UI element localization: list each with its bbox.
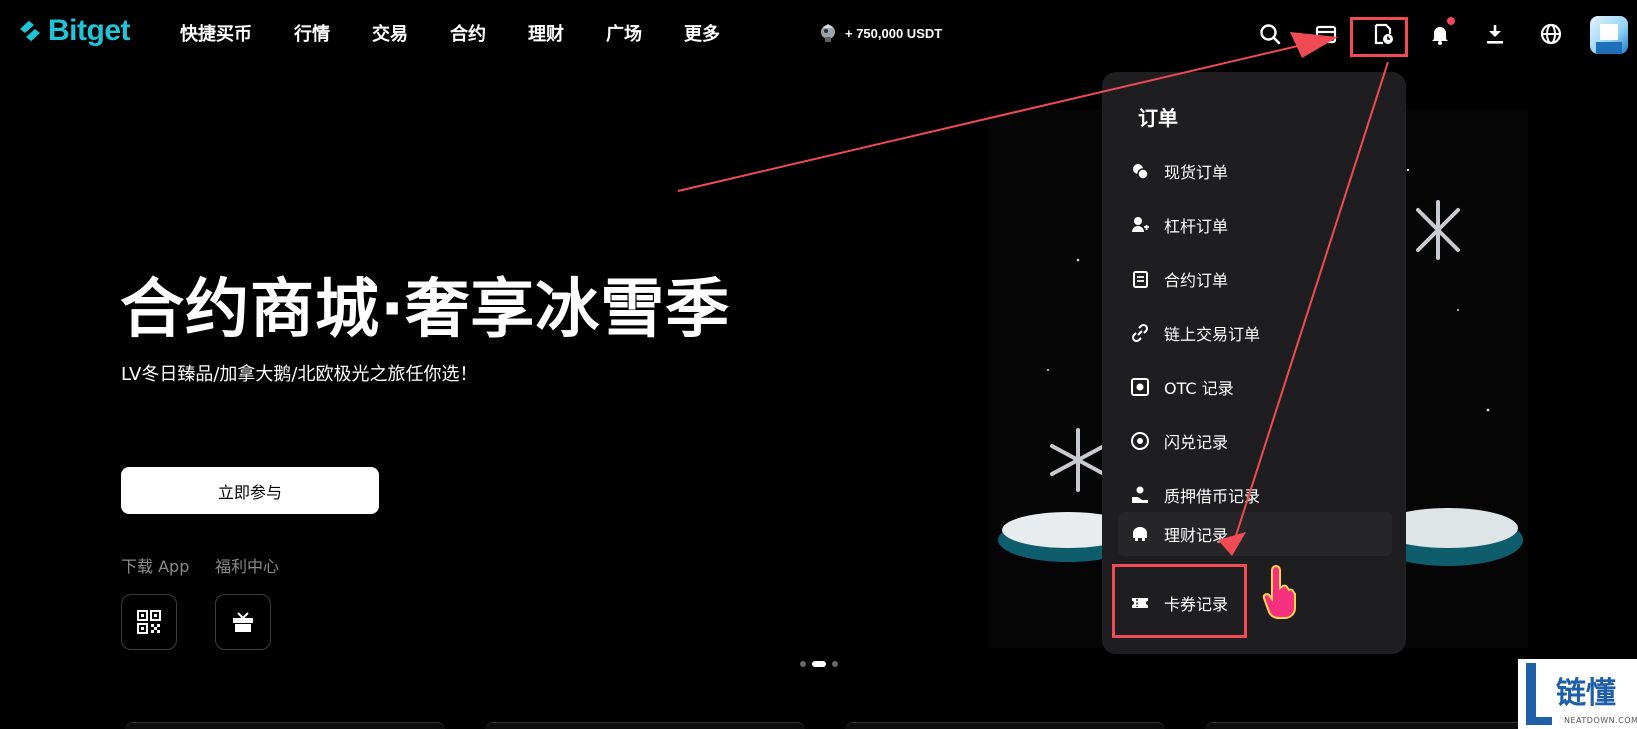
card-edge <box>125 722 445 729</box>
avatar-image <box>1596 24 1622 54</box>
orders-icon-highlight <box>1350 17 1408 57</box>
search-button[interactable] <box>1253 17 1287 51</box>
download-app-link[interactable]: 下载 App <box>121 553 189 577</box>
wallet-icon <box>1315 25 1337 44</box>
menu-item-convert-records[interactable]: 闪兑记录 <box>1130 426 1380 456</box>
user-avatar[interactable] <box>1590 16 1628 54</box>
menu-item-loan-records[interactable]: 质押借币记录 <box>1130 480 1380 510</box>
coupon-item-highlight <box>1112 564 1247 638</box>
promo-text: + 750,000 USDT <box>845 25 943 41</box>
join-now-button[interactable]: 立即参与 <box>121 467 379 514</box>
carousel-dot-active[interactable] <box>812 661 826 667</box>
menu-item-label: 链上交易订单 <box>1164 325 1261 344</box>
menu-item-onchain-orders[interactable]: 链上交易订单 <box>1130 318 1380 348</box>
download-icon <box>1487 25 1503 44</box>
earn-record-icon <box>1133 527 1147 541</box>
promo-banner[interactable]: + 750,000 USDT <box>817 22 942 44</box>
menu-item-spot-orders[interactable]: 现货订单 <box>1130 156 1380 186</box>
menu-item-earn-records[interactable]: 理财记录 <box>1118 512 1392 556</box>
brand-name: Bitget <box>48 14 131 47</box>
download-button[interactable] <box>1478 17 1512 51</box>
menu-item-otc-records[interactable]: OTC 记录 <box>1130 372 1380 402</box>
gift-button[interactable] <box>215 594 271 650</box>
watermark-text: 链懂 <box>1556 676 1616 711</box>
menu-item-label: 杠杆订单 <box>1164 217 1229 236</box>
nav-more[interactable]: 更多 <box>684 20 720 46</box>
card-edge <box>1205 722 1525 729</box>
carousel-dot[interactable] <box>800 661 806 667</box>
qr-code-icon <box>137 610 161 634</box>
otc-record-icon <box>1131 378 1149 396</box>
hero-subtitle: LV冬日臻品/加拿大鹅/北欧极光之旅任你选！ <box>121 364 478 385</box>
nav-quick-buy[interactable]: 快捷买币 <box>180 20 252 46</box>
menu-item-label: 质押借币记录 <box>1164 487 1261 506</box>
neatdown-watermark: 链懂 NEATDOWN.COM <box>1518 659 1637 729</box>
card-edge <box>845 722 1165 729</box>
main-nav: 快捷买币 行情 交易 合约 理财 广场 更多 <box>180 20 762 46</box>
notification-dot <box>1447 17 1455 25</box>
carousel-dots <box>800 661 838 667</box>
welfare-center-link[interactable]: 福利中心 <box>215 553 279 577</box>
nav-trade[interactable]: 交易 <box>372 20 408 46</box>
notification-button[interactable] <box>1423 17 1457 51</box>
nav-earn[interactable]: 理财 <box>528 20 564 46</box>
menu-item-label: 闪兑记录 <box>1164 433 1229 452</box>
search-icon <box>1260 24 1281 45</box>
language-button[interactable] <box>1534 17 1568 51</box>
carousel-dot[interactable] <box>832 661 838 667</box>
orders-menu-title: 订单 <box>1138 106 1178 130</box>
onchain-order-icon <box>1131 323 1149 343</box>
menu-item-label: 合约订单 <box>1164 271 1229 290</box>
globe-icon <box>1540 23 1562 45</box>
watermark-subtext: NEATDOWN.COM <box>1564 716 1637 725</box>
wallet-button[interactable] <box>1309 17 1343 51</box>
watermark-logo-icon <box>1526 663 1552 725</box>
bottom-card-row <box>125 722 1625 729</box>
convert-record-icon <box>1131 432 1149 450</box>
bitget-logo[interactable]: Bitget <box>16 14 131 48</box>
nav-futures[interactable]: 合约 <box>450 20 486 46</box>
loan-record-icon <box>1132 486 1148 503</box>
menu-item-margin-orders[interactable]: 杠杆订单 <box>1130 210 1380 240</box>
menu-item-label: 理财记录 <box>1164 526 1229 545</box>
nav-markets[interactable]: 行情 <box>294 20 330 46</box>
spot-order-icon <box>1133 164 1149 180</box>
bitget-logo-icon <box>20 17 40 45</box>
menu-item-futures-orders[interactable]: 合约订单 <box>1130 264 1380 294</box>
futures-order-icon <box>1133 271 1148 288</box>
menu-item-label: 现货订单 <box>1164 163 1229 182</box>
margin-order-icon <box>1132 217 1149 232</box>
nav-square[interactable]: 广场 <box>606 20 642 46</box>
menu-item-label: OTC 记录 <box>1164 379 1234 398</box>
bell-icon <box>1432 27 1448 45</box>
trophy-icon <box>821 24 835 42</box>
gift-icon <box>233 612 253 632</box>
card-edge <box>485 722 805 729</box>
qr-code-button[interactable] <box>121 594 177 650</box>
hero-title: 合约商城·奢享冰雪季 <box>120 273 731 347</box>
